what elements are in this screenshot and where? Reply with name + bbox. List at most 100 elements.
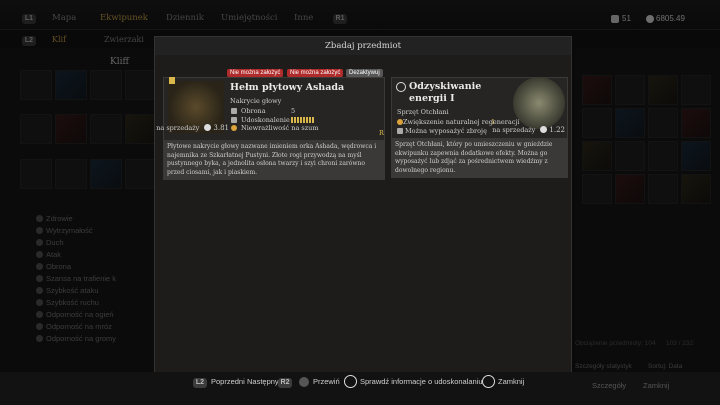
triangle-button-icon	[344, 375, 357, 388]
stat-upgrade-label: Udoskonalenie	[241, 116, 290, 124]
equip-slot[interactable]	[90, 70, 122, 100]
r1-hint: R1	[333, 14, 347, 24]
inventory-slot[interactable]	[648, 174, 678, 204]
tag-cannot-equip-1: Nie można założyć	[227, 69, 284, 77]
inspect-modal: Zbadaj przedmiot Nie można założyć Nie m…	[154, 36, 572, 376]
inventory-slot[interactable]	[582, 75, 612, 105]
weight-label: Obciążenie przedmioty: 104	[575, 340, 656, 347]
stat-health: Zdrowie	[36, 214, 73, 223]
currency-a: 51	[622, 14, 631, 23]
tab-journal[interactable]: Dziennik	[166, 13, 204, 23]
equipment-grid	[20, 70, 160, 200]
modal-title: Zbadaj przedmiot	[155, 37, 571, 55]
fire-icon	[36, 311, 43, 318]
stat-defense-value: 5	[291, 107, 296, 115]
abyss-category: Sprzęt Otchłani	[397, 108, 449, 116]
tier-icon	[169, 77, 175, 84]
tab-skills[interactable]: Umiejętności	[221, 13, 278, 23]
close-hint[interactable]: Zamknij	[498, 377, 524, 386]
stamina-icon	[36, 227, 43, 234]
details-hint[interactable]: Szczegóły	[592, 381, 626, 390]
abyss-icon	[396, 82, 406, 92]
sort-hint[interactable]: Sortuj: Data	[648, 363, 682, 370]
equip-slot[interactable]	[20, 70, 52, 100]
spirit-icon	[36, 239, 43, 246]
inventory-grid	[582, 75, 711, 204]
l2-sub-hint: L2	[22, 36, 36, 46]
heart-icon	[36, 215, 43, 222]
slots-count: 103 / 232	[666, 340, 694, 347]
stat-fire-res: Odporność na ogień	[36, 310, 114, 319]
l1-hint: L1	[22, 14, 36, 24]
equip-slot[interactable]	[20, 114, 52, 145]
inventory-slot[interactable]	[615, 75, 645, 105]
inventory-slot[interactable]	[648, 108, 678, 138]
prev-hint[interactable]: Poprzedni	[211, 377, 245, 386]
inventory-slot[interactable]	[582, 174, 612, 204]
shield-icon	[231, 108, 237, 114]
stat-spirit: Duch	[36, 238, 64, 247]
stat-defense: Obrona	[36, 262, 71, 271]
stat-lightning-res: Odporność na gromy	[36, 334, 116, 343]
equip-slot[interactable]	[125, 70, 157, 100]
equip-armor-note: Można wyposażyć zbroję	[405, 127, 487, 135]
equip-slot[interactable]	[125, 158, 157, 189]
noise-immunity: Niewrażliwość na szum	[241, 124, 319, 132]
equip-slot[interactable]	[55, 114, 87, 145]
equip-slot[interactable]	[55, 158, 87, 189]
close-hint-2[interactable]: Zamknij	[643, 381, 669, 390]
crit-icon	[36, 275, 43, 282]
stat-stamina: Wytrzymałość	[36, 226, 93, 235]
abyss-item-name-1: Odzyskiwanie	[409, 81, 482, 92]
check-upgrade-hint[interactable]: Sprawdź informacje o udoskonalaniu	[360, 377, 483, 386]
item-name: Hełm płytowy Ashada	[230, 82, 345, 93]
stat-move-speed: Szybkość ruchu	[36, 298, 99, 307]
inventory-slot[interactable]	[681, 141, 711, 171]
coin-icon	[540, 126, 548, 133]
inventory-slot[interactable]	[681, 174, 711, 204]
inventory-slot[interactable]	[615, 108, 645, 138]
armor-icon	[397, 128, 403, 134]
r2-hint: R2	[278, 378, 292, 388]
currency-icon-b	[646, 15, 654, 23]
inventory-slot[interactable]	[648, 141, 678, 171]
inventory-slot[interactable]	[648, 75, 678, 105]
circle-button-icon	[482, 375, 495, 388]
equip-slot[interactable]	[90, 114, 122, 145]
stat-crit: Szansa na trafienie k	[36, 274, 116, 283]
inventory-slot[interactable]	[681, 75, 711, 105]
tab-equipment[interactable]: Ekwipunek	[100, 13, 148, 23]
defense-icon	[36, 263, 43, 270]
tag-cannot-equip-2: Nie można założyć	[287, 69, 344, 77]
attack-icon	[36, 251, 43, 258]
frost-icon	[36, 323, 43, 330]
stat-attack-speed: Szybkość ataku	[36, 286, 99, 295]
price-hint: R	[379, 129, 384, 137]
inventory-slot[interactable]	[582, 108, 612, 138]
attack-speed-icon	[36, 287, 43, 294]
inventory-slot[interactable]	[681, 108, 711, 138]
inventory-slot[interactable]	[615, 141, 645, 171]
tab-map[interactable]: Mapa	[52, 13, 76, 23]
next-hint[interactable]: Następny	[247, 377, 279, 386]
subtab-kliff[interactable]: Klif	[52, 35, 66, 44]
inventory-slot[interactable]	[615, 174, 645, 204]
equip-slot[interactable]	[55, 70, 87, 100]
tag-deactivate[interactable]: Dezaktywuj	[346, 69, 383, 77]
section-title: Kliff	[110, 57, 129, 67]
equip-slot[interactable]	[90, 158, 122, 189]
upgrade-bars	[291, 117, 315, 123]
equip-slot[interactable]	[20, 158, 52, 189]
stat-frost-res: Odporność na mróz	[36, 322, 112, 331]
noise-icon	[231, 125, 237, 131]
right-stick-icon	[299, 377, 309, 387]
stats-details-hint[interactable]: Szczegóły statystyk	[575, 363, 632, 370]
stat-attack: Atak	[36, 250, 61, 259]
abyss-item-name-2: energii I	[409, 93, 455, 104]
inventory-slot[interactable]	[582, 141, 612, 171]
tab-other[interactable]: Inne	[294, 13, 313, 23]
stat-defense-label: Obrona	[241, 107, 266, 115]
subtab-pets[interactable]: Zwierzaki	[104, 35, 144, 44]
scroll-hint[interactable]: Przewiń	[313, 377, 340, 386]
coin-icon	[204, 124, 212, 131]
